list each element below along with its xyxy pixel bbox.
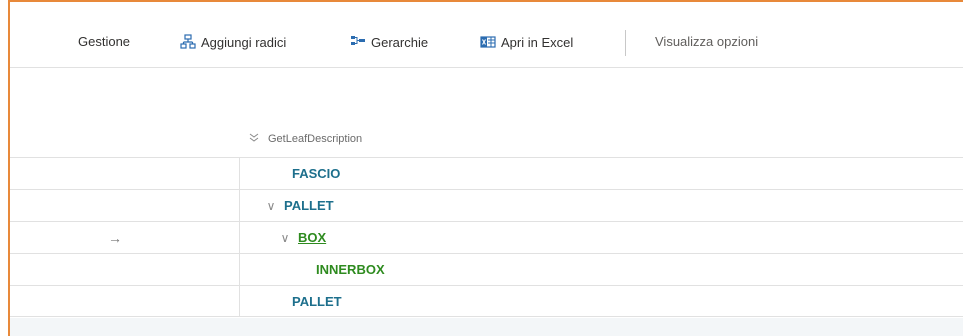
row-label[interactable]: PALLET — [284, 198, 334, 213]
action-bar: Gestione Aggiungi radici Gerarchie Apri … — [10, 16, 963, 68]
column-divider — [239, 222, 240, 253]
open-in-excel-button[interactable]: Apri in Excel — [480, 34, 573, 50]
row-label[interactable]: BOX — [298, 230, 326, 245]
hierarchy-grid: FASCIO ∨ PALLET → ∨ BOX INNERBOX PALLET — [10, 157, 963, 317]
current-row-arrow-icon: → — [108, 230, 122, 246]
chevron-down-icon[interactable]: ∨ — [278, 231, 292, 245]
add-roots-button[interactable]: Aggiungi radici — [180, 34, 286, 50]
column-header[interactable]: GetLeafDescription — [248, 130, 362, 148]
excel-icon — [480, 34, 496, 50]
column-divider — [239, 254, 240, 285]
column-divider — [239, 286, 240, 316]
view-options-button[interactable]: Visualizza opzioni — [655, 34, 758, 49]
column-header-label: GetLeafDescription — [268, 133, 363, 145]
row-label[interactable]: INNERBOX — [316, 262, 385, 277]
collapse-all-icon[interactable] — [248, 132, 260, 147]
manage-menu-button[interactable]: Gestione — [78, 34, 130, 49]
table-row[interactable]: FASCIO — [10, 157, 963, 189]
page-frame: Gestione Aggiungi radici Gerarchie Apri … — [8, 0, 963, 336]
footer-area — [10, 318, 963, 336]
toolbar-divider — [625, 30, 626, 56]
column-divider — [239, 190, 240, 221]
table-row-current[interactable]: → ∨ BOX — [10, 221, 963, 253]
view-options-label: Visualizza opzioni — [655, 34, 759, 49]
hierarchy-icon — [350, 34, 366, 50]
row-label[interactable]: FASCIO — [292, 166, 340, 181]
hierarchies-button[interactable]: Gerarchie — [350, 34, 428, 50]
chevron-down-icon[interactable]: ∨ — [264, 199, 278, 213]
table-row[interactable]: PALLET — [10, 285, 963, 317]
column-divider — [239, 158, 240, 189]
add-roots-label: Aggiungi radici — [201, 34, 287, 50]
hierarchies-label: Gerarchie — [371, 34, 429, 50]
manage-label: Gestione — [78, 34, 131, 49]
table-row[interactable]: INNERBOX — [10, 253, 963, 285]
open-in-excel-label: Apri in Excel — [501, 34, 574, 50]
hierarchy-add-icon — [180, 34, 196, 50]
table-row[interactable]: ∨ PALLET — [10, 189, 963, 221]
row-label[interactable]: PALLET — [292, 294, 342, 309]
